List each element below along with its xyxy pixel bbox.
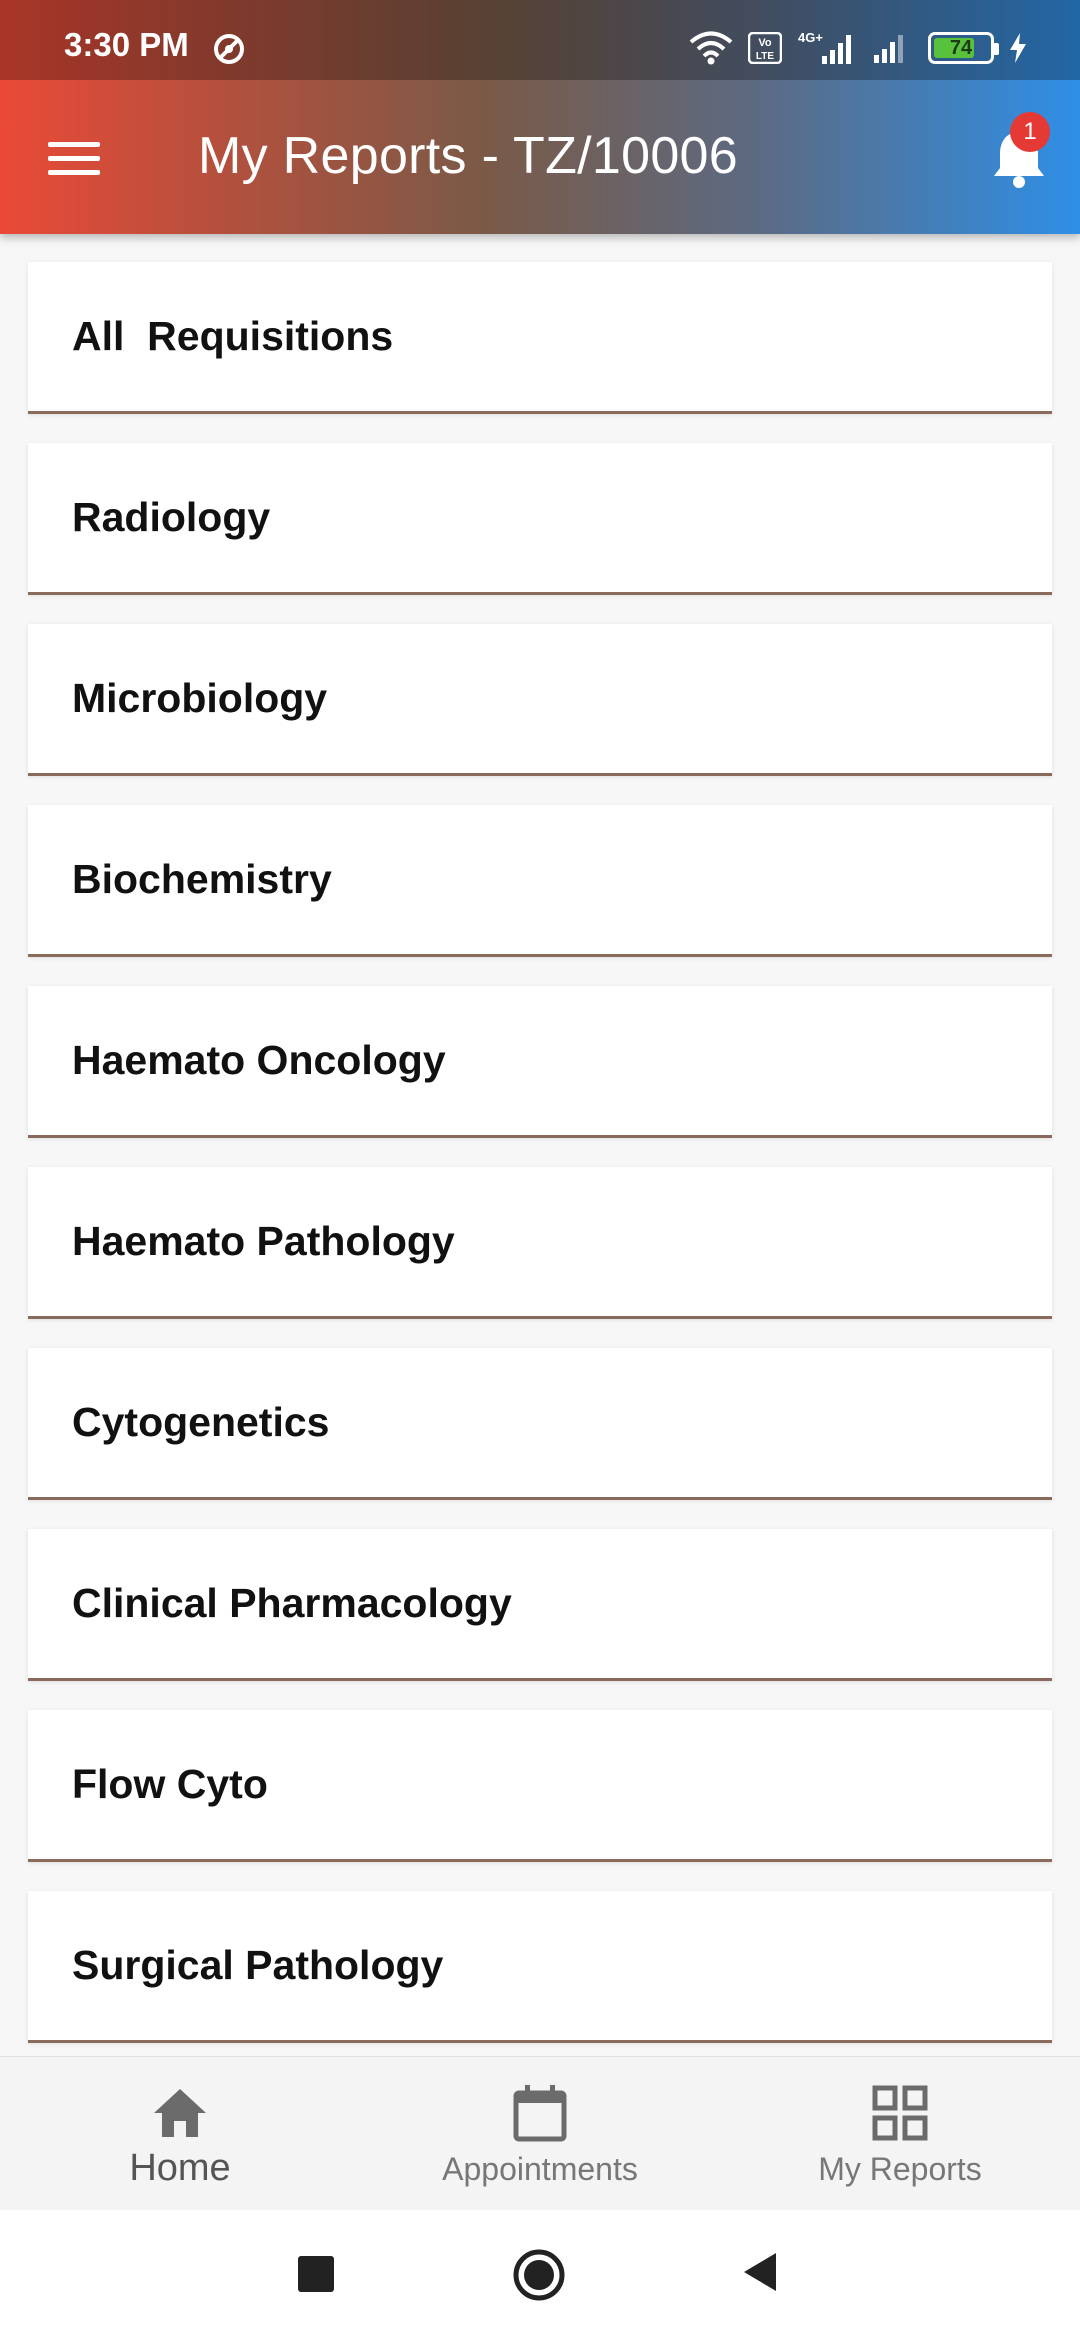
report-item-label: Cytogenetics	[72, 1399, 330, 1445]
report-item-clinical-pharmacology[interactable]: Clinical Pharmacology	[28, 1529, 1052, 1681]
svg-text:4G+: 4G+	[798, 30, 823, 45]
volte-icon: Vo LTE	[748, 32, 782, 64]
status-bar: 3:30 PM Vo LTE 4G+ 74	[0, 0, 1080, 80]
report-item-haemato-oncology[interactable]: Haemato Oncology	[28, 986, 1052, 1138]
battery-level: 74	[949, 36, 973, 59]
report-item-radiology[interactable]: Radiology	[28, 443, 1052, 595]
nav-label-home: Home	[129, 2147, 231, 2189]
charging-icon	[1010, 33, 1026, 63]
report-item-label: Haemato Pathology	[72, 1218, 455, 1264]
nav-label-my-reports: My Reports	[818, 2151, 982, 2187]
report-item-microbiology[interactable]: Microbiology	[28, 624, 1052, 776]
app-bar: My Reports - TZ/10006	[0, 80, 1080, 234]
bottom-navigation: Home Appointments My Reports	[0, 2056, 1080, 2210]
do-not-disturb-icon	[214, 34, 244, 64]
top-bar: 3:30 PM Vo LTE 4G+ 74 My Reports - TZ/10…	[0, 0, 1080, 234]
notification-badge: 1	[1010, 112, 1050, 152]
recents-button[interactable]	[298, 2256, 334, 2292]
report-item-cytogenetics[interactable]: Cytogenetics	[28, 1348, 1052, 1500]
hamburger-icon	[48, 141, 100, 147]
back-button[interactable]	[740, 2250, 780, 2294]
report-item-label: Flow Cyto	[72, 1761, 268, 1807]
nav-item-appointments[interactable]: Appointments	[360, 2057, 720, 2210]
svg-text:LTE: LTE	[756, 51, 774, 62]
report-item-biochemistry[interactable]: Biochemistry	[28, 805, 1052, 957]
nav-item-home[interactable]: Home	[0, 2057, 360, 2210]
cellular-4g-icon: 4G+	[798, 30, 851, 64]
wifi-icon	[689, 31, 733, 65]
report-item-surgical-pathology[interactable]: Surgical Pathology	[28, 1891, 1052, 2043]
cellular-signal-icon	[874, 35, 903, 63]
home-button[interactable]	[512, 2248, 566, 2302]
report-item-all-requisitions[interactable]: All Requisitions	[28, 262, 1052, 414]
status-icons: Vo LTE 4G+ 74	[688, 28, 1028, 68]
calendar-icon	[513, 2085, 567, 2142]
report-item-label: Haemato Oncology	[72, 1037, 446, 1083]
home-icon	[154, 2089, 206, 2137]
report-item-label: Microbiology	[72, 675, 328, 721]
report-item-label: Clinical Pharmacology	[72, 1580, 512, 1626]
report-item-label: Biochemistry	[72, 856, 332, 902]
report-item-label: Surgical Pathology	[72, 1942, 444, 1988]
nav-item-my-reports[interactable]: My Reports	[720, 2057, 1080, 2210]
svg-text:Vo: Vo	[758, 37, 772, 49]
report-item-label: All Requisitions	[72, 313, 394, 359]
report-item-flow-cyto[interactable]: Flow Cyto	[28, 1710, 1052, 1862]
battery-icon: 74	[928, 32, 999, 64]
system-navigation-bar	[0, 2210, 1080, 2340]
report-item-haemato-pathology[interactable]: Haemato Pathology	[28, 1167, 1052, 1319]
report-list: All Requisitions Radiology Microbiology …	[28, 262, 1052, 2072]
nav-label-appointments: Appointments	[442, 2151, 638, 2187]
report-item-label: Radiology	[72, 494, 271, 540]
menu-button[interactable]	[48, 130, 104, 186]
page-title: My Reports - TZ/10006	[198, 127, 738, 185]
grid-icon	[872, 2085, 928, 2141]
status-time: 3:30 PM	[64, 26, 189, 63]
